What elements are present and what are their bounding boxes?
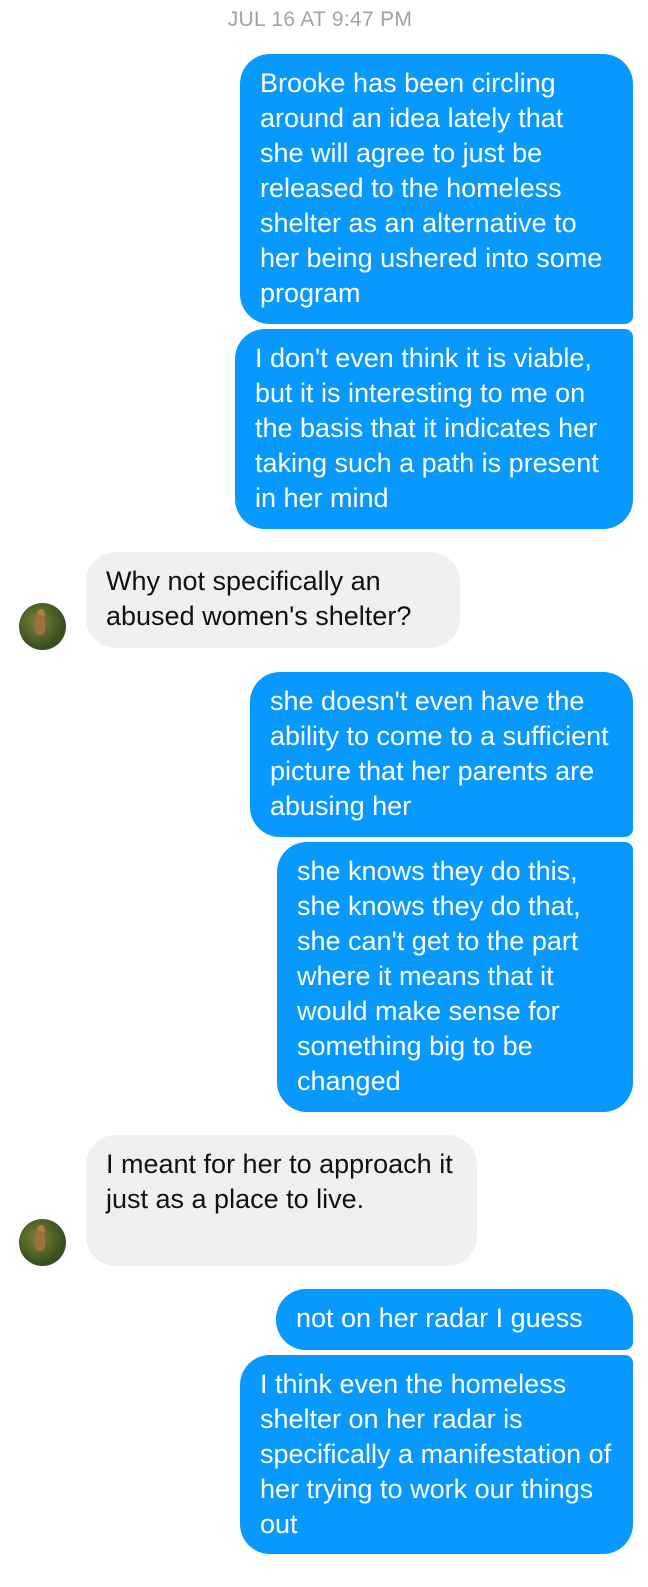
contact-avatar-icon[interactable] <box>19 1219 66 1266</box>
message-bubble-outgoing[interactable]: Brooke has been circling around an idea … <box>240 54 633 324</box>
message-bubble-incoming[interactable]: Why not specifically an abused women's s… <box>86 552 460 648</box>
message-bubble-outgoing[interactable]: I think even the homeless shelter on her… <box>240 1355 633 1554</box>
message-bubble-outgoing[interactable]: not on her radar I guess <box>276 1289 633 1350</box>
timestamp: JUL 16 AT 9:47 PM <box>227 8 413 31</box>
contact-avatar-icon[interactable] <box>19 603 66 650</box>
message-bubble-outgoing[interactable]: she knows they do this, she knows they d… <box>277 842 633 1112</box>
message-bubble-outgoing[interactable]: I don't even think it is viable, but it … <box>235 329 633 529</box>
message-bubble-outgoing[interactable]: she doesn't even have the ability to com… <box>250 672 633 837</box>
message-bubble-incoming[interactable]: I meant for her to approach it just as a… <box>86 1135 477 1266</box>
